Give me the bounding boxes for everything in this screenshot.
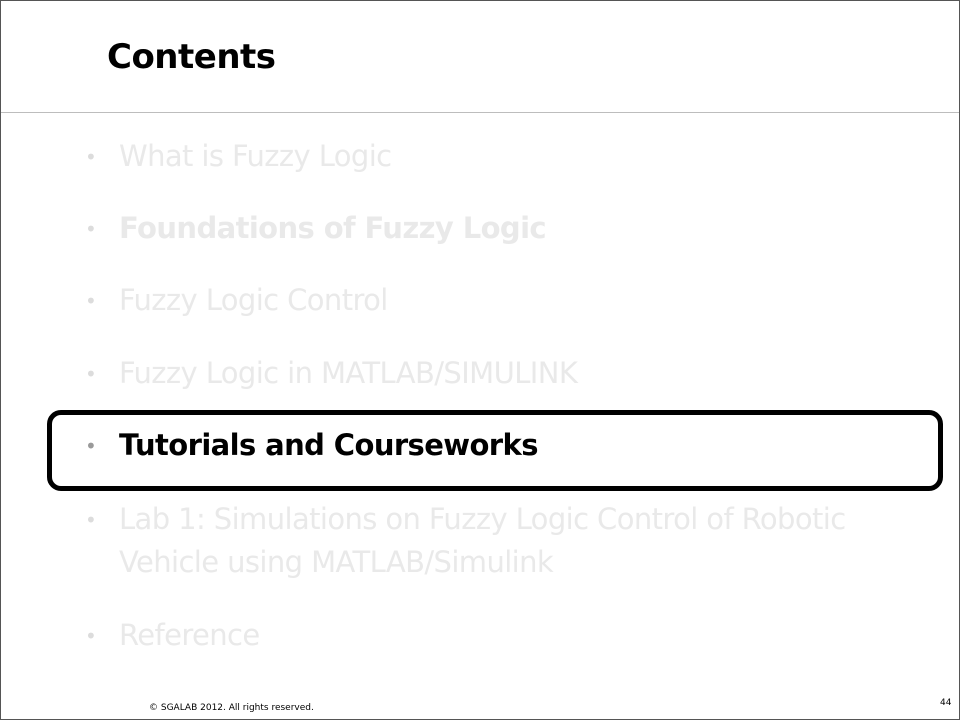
list-item-label: Fuzzy Logic Control [119, 283, 388, 317]
bullet-icon: • [85, 508, 97, 532]
bullet-icon: • [85, 289, 97, 313]
current-section-highlight [47, 410, 943, 491]
slide-title: Contents [107, 37, 276, 77]
list-item-label: Reference [119, 618, 260, 652]
bullet-icon: • [85, 624, 97, 648]
bullet-icon: • [85, 362, 97, 386]
page-number: 44 [940, 698, 952, 708]
slide: Contents • What is Fuzzy Logic • Foundat… [0, 0, 960, 720]
title-divider [1, 112, 959, 113]
list-item-label: What is Fuzzy Logic [119, 139, 392, 173]
list-item-label: Fuzzy Logic in MATLAB/SIMULINK [119, 356, 578, 390]
list-item-label-line-1: Lab 1: Simulations on Fuzzy Logic Contro… [119, 502, 846, 536]
bullet-icon: • [85, 217, 97, 241]
bullet-icon: • [85, 145, 97, 169]
list-item-label: Foundations of Fuzzy Logic [119, 211, 547, 245]
copyright-footer: © SGALAB 2012. All rights reserved. [149, 703, 314, 713]
list-item-label-line-2: Vehicle using MATLAB/Simulink [119, 545, 554, 579]
